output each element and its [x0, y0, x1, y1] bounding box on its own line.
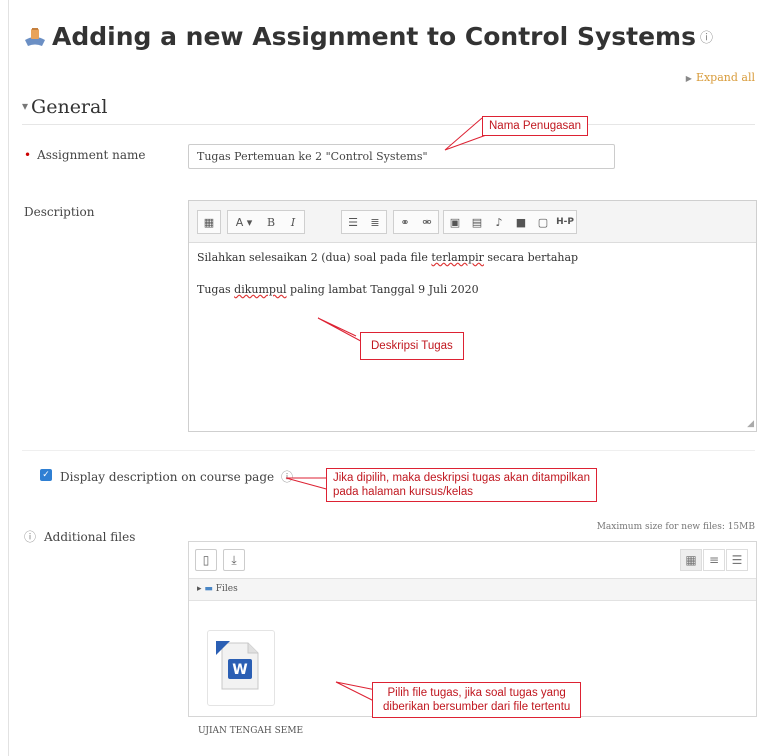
annotation-arrows	[285, 117, 501, 703]
callout-pointer	[335, 681, 377, 703]
annotation-display-description: Jika dipilih, maka deskripsi tugas akan …	[326, 468, 597, 502]
annotation-line: Jika dipilih, maka deskripsi tugas akan …	[333, 472, 590, 484]
annotation-file-note: Pilih file tugas, jika soal tugas yang d…	[372, 682, 582, 718]
annotation-line: pada halaman kursus/kelas	[333, 486, 473, 498]
annotation-line: Pilih file tugas, jika soal tugas yang	[387, 687, 566, 699]
annotation-deskripsi-tugas: Deskripsi Tugas	[360, 332, 464, 360]
annotation-nama-penugasan: Nama Penugasan	[482, 116, 589, 136]
callout-pointer	[285, 477, 331, 491]
annotation-line: diberikan bersumber dari file tertentu	[383, 701, 571, 713]
